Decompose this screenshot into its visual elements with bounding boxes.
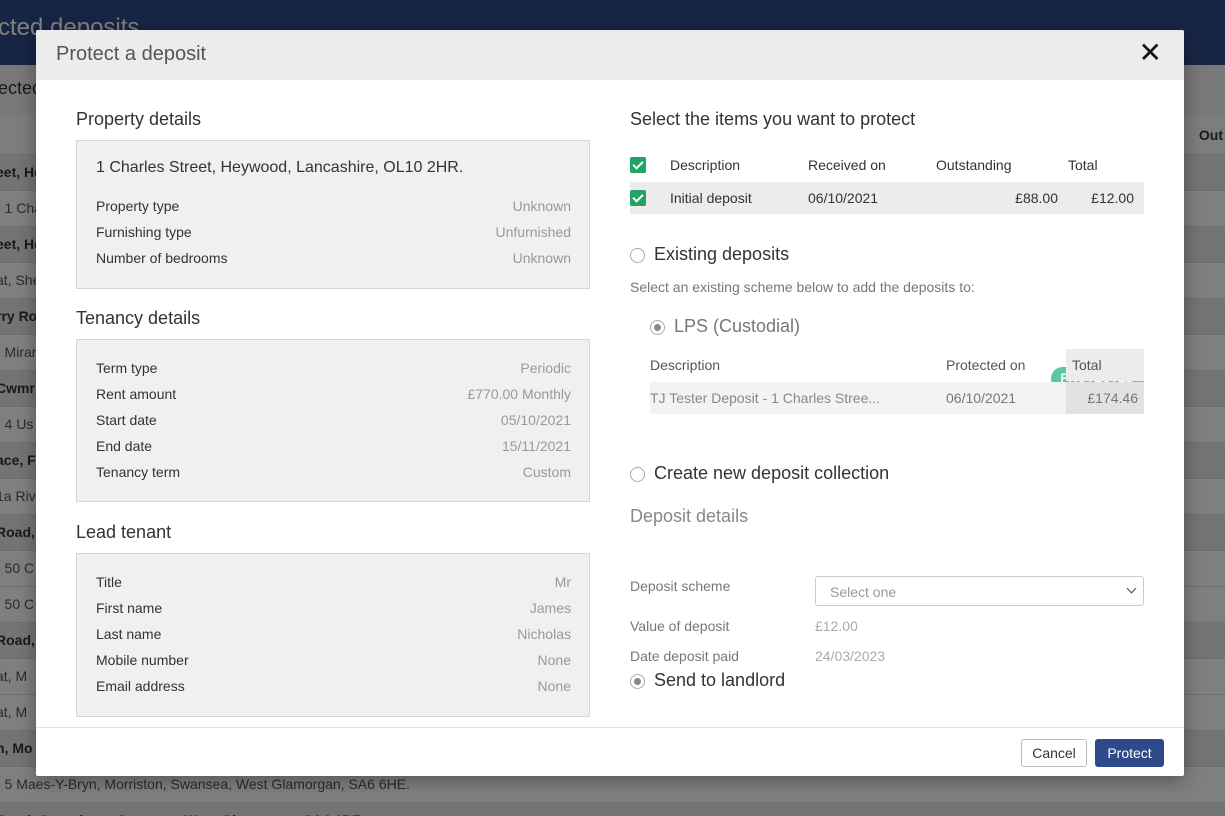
protect-deposit-modal: Protect a deposit ✕ Property details 1 C…	[36, 30, 1184, 776]
date-deposit-paid-label: Date deposit paid	[630, 648, 739, 664]
select-items-heading: Select the items you want to protect	[630, 109, 916, 129]
item-checkbox[interactable]	[630, 190, 646, 206]
field-value: Unknown	[512, 198, 571, 214]
table-row: TJ Tester Deposit - 1 Charles Stree... 0…	[650, 382, 1144, 414]
field-label: Email address	[96, 678, 185, 694]
table-row[interactable]: Initial deposit 06/10/2021 £88.00 £12.00	[630, 182, 1144, 214]
start-date-row: Start date 05/10/2021	[96, 412, 571, 432]
lead-tenant-heading: Lead tenant	[76, 522, 172, 542]
chevron-down-icon	[1126, 583, 1137, 594]
modal-body: Property details 1 Charles Street, Heywo…	[36, 80, 1184, 727]
property-details-heading: Property details	[76, 109, 202, 129]
field-label: Property type	[96, 198, 180, 214]
modal-header: Protect a deposit ✕	[36, 30, 1184, 80]
column-header: Protected on	[946, 357, 1026, 373]
existing-deposits-radio[interactable]	[630, 248, 645, 263]
field-value: Unknown	[512, 250, 571, 266]
tenancy-details-card: Term type Periodic Rent amount £770.00 M…	[76, 339, 590, 502]
field-value: Mr	[554, 574, 571, 590]
column-header: Total	[1068, 157, 1098, 173]
item-outstanding: £88.00	[1015, 190, 1058, 206]
field-value: Periodic	[520, 360, 571, 376]
protect-button[interactable]: Protect	[1095, 739, 1164, 767]
deposit-scheme-value: Select one	[830, 584, 897, 600]
tenancy-details-heading: Tenancy details	[76, 308, 201, 328]
field-label: Furnishing type	[96, 224, 192, 240]
field-value: Unfurnished	[495, 224, 572, 240]
last-name-row: Last name Nicholas	[96, 626, 571, 646]
term-type-row: Term type Periodic	[96, 360, 571, 380]
field-label: Last name	[96, 626, 162, 642]
field-value: James	[529, 600, 571, 616]
create-new-radio[interactable]	[630, 467, 645, 482]
field-label: First name	[96, 600, 163, 616]
first-name-row: First name James	[96, 600, 571, 620]
existing-total: £174.46	[1087, 390, 1138, 406]
item-received-on: 06/10/2021	[808, 190, 879, 206]
modal-footer: Cancel Protect	[36, 727, 1184, 776]
title-row: Title Mr	[96, 574, 571, 594]
property-type-row: Property type Unknown	[96, 198, 571, 218]
field-label: Mobile number	[96, 652, 189, 668]
field-label: End date	[96, 438, 153, 454]
field-value: 15/11/2021	[501, 438, 571, 454]
value-of-deposit-label: Value of deposit	[630, 618, 730, 634]
lps-scheme-radio[interactable]	[650, 320, 665, 335]
rent-amount-row: Rent amount £770.00 Monthly	[96, 386, 571, 406]
field-label: Number of bedrooms	[96, 250, 228, 266]
end-date-row: End date 15/11/2021	[96, 438, 571, 458]
property-address: 1 Charles Street, Heywood, Lancashire, O…	[96, 159, 464, 176]
field-value: None	[537, 652, 571, 668]
column-header: Received on	[808, 157, 886, 173]
lead-tenant-card: Title Mr First name James Last name Nich…	[76, 553, 590, 717]
existing-deposits-label[interactable]: Existing deposits	[654, 244, 789, 265]
existing-description: TJ Tester Deposit - 1 Charles Stree...	[650, 390, 881, 406]
cancel-button[interactable]: Cancel	[1021, 739, 1087, 767]
field-label: Term type	[96, 360, 158, 376]
send-to-landlord-radio[interactable]	[630, 674, 645, 689]
item-total: £12.00	[1091, 190, 1134, 206]
lps-scheme-label[interactable]: LPS (Custodial)	[674, 316, 800, 337]
field-value: None	[537, 678, 571, 694]
deposit-scheme-select[interactable]: Select one	[815, 576, 1144, 606]
deposit-details-heading: Deposit details	[630, 506, 749, 526]
tenancy-term-row: Tenancy term Custom	[96, 464, 571, 484]
column-header: Description	[650, 357, 721, 373]
field-label: Tenancy term	[96, 464, 181, 480]
modal-title: Protect a deposit	[56, 43, 207, 65]
field-label: Start date	[96, 412, 157, 428]
bedrooms-row: Number of bedrooms Unknown	[96, 250, 571, 270]
furnishing-type-row: Furnishing type Unfurnished	[96, 224, 571, 244]
column-header: Outstanding	[936, 157, 1012, 173]
field-value: 05/10/2021	[500, 412, 571, 428]
existing-table-header: Description Protected on Total	[650, 349, 1144, 381]
field-value: £770.00 Monthly	[467, 386, 571, 402]
items-table-header: Description Received on Outstanding Tota…	[630, 149, 1144, 181]
field-label: Rent amount	[96, 386, 177, 402]
deposit-scheme-label: Deposit scheme	[630, 578, 731, 594]
create-new-label[interactable]: Create new deposit collection	[654, 463, 889, 484]
property-details-card: 1 Charles Street, Heywood, Lancashire, O…	[76, 140, 590, 289]
close-icon[interactable]: ✕	[1139, 36, 1162, 70]
column-header: Total	[1072, 357, 1102, 373]
field-label: Title	[96, 574, 122, 590]
value-of-deposit: £12.00	[815, 618, 858, 634]
mobile-number-row: Mobile number None	[96, 652, 571, 672]
date-deposit-paid: 24/03/2023	[815, 648, 886, 664]
existing-deposits-hint: Select an existing scheme below to add t…	[630, 279, 975, 295]
column-header: Description	[670, 157, 741, 173]
email-address-row: Email address None	[96, 678, 571, 698]
existing-protected-on: 06/10/2021	[946, 390, 1017, 406]
send-to-landlord-label[interactable]: Send to landlord	[654, 670, 785, 691]
field-value: Nicholas	[517, 626, 571, 642]
item-description: Initial deposit	[670, 190, 752, 206]
select-all-checkbox[interactable]	[630, 157, 646, 173]
field-value: Custom	[522, 464, 571, 480]
